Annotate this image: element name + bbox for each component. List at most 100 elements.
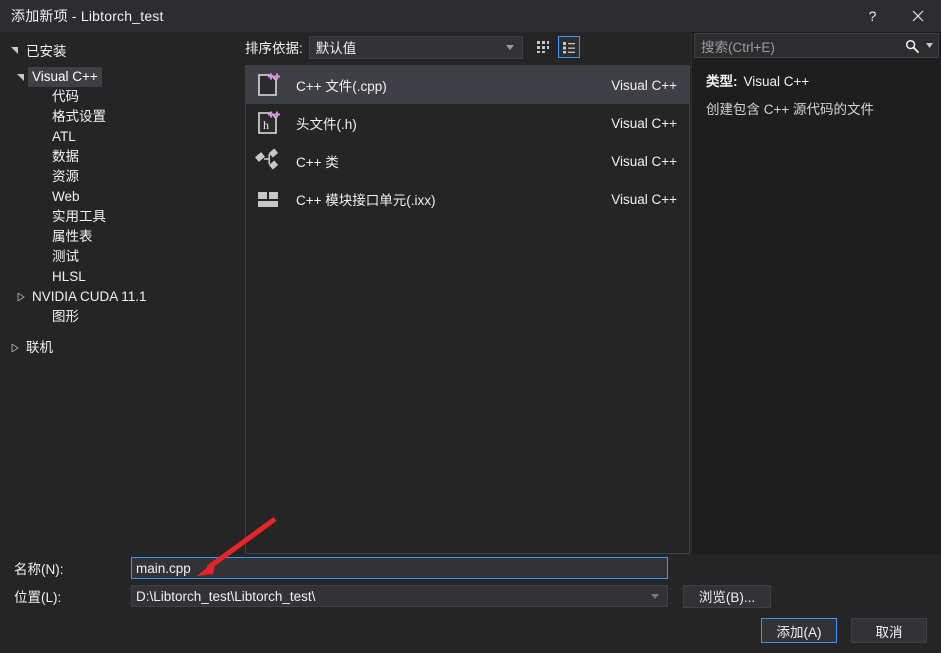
detail-type-value: Visual C++ <box>743 74 810 89</box>
add-new-item-dialog: 添加新项 - Libtorch_test ? 已安装 Visual C++ 代码格… <box>0 0 941 653</box>
sidebar-item[interactable]: NVIDIA CUDA 11.1 <box>0 287 235 307</box>
sidebar-item[interactable]: 数据 <box>0 147 235 167</box>
template-details: 类型: Visual C++ 创建包含 C++ 源代码的文件 <box>692 58 941 119</box>
sort-by-dropdown[interactable]: 默认值 <box>308 35 523 59</box>
sidebar-item[interactable]: HLSL <box>0 267 235 287</box>
location-dropdown[interactable]: D:\Libtorch_test\Libtorch_test\ <box>131 585 668 607</box>
template-row[interactable]: C++ 类 Visual C++ <box>246 142 689 180</box>
search-input[interactable]: 搜索(Ctrl+E) <box>695 36 901 56</box>
template-list[interactable]: C++ 文件(.cpp) Visual C++ h 头文件(.h) Visual C++… <box>245 65 690 554</box>
sidebar-item[interactable]: Web <box>0 187 235 207</box>
template-row[interactable]: h 头文件(.h) Visual C++ <box>246 104 689 142</box>
cpp-module-icon <box>252 183 284 215</box>
template-name: C++ 类 <box>296 155 339 170</box>
sidebar-item-label: 属性表 <box>52 229 93 244</box>
sidebar-item-label: ATL <box>52 129 76 144</box>
chevron-down-icon <box>8 43 22 57</box>
sidebar-item[interactable]: 属性表 <box>0 227 235 247</box>
sidebar-item-label: 图形 <box>52 309 79 324</box>
sidebar-item[interactable]: 联机 <box>0 338 235 358</box>
svg-text:h: h <box>263 118 269 132</box>
sort-by-value: 默认值 <box>315 41 357 56</box>
cpp-class-icon <box>252 145 284 177</box>
chevron-down-icon <box>502 44 518 50</box>
sidebar-item-label: 实用工具 <box>52 209 106 224</box>
template-row[interactable]: C++ 文件(.cpp) Visual C++ <box>246 66 689 104</box>
sidebar-item[interactable]: 图形 <box>0 307 235 327</box>
sidebar-item-label: 格式设置 <box>52 109 106 124</box>
sidebar-item-label: HLSL <box>52 269 86 284</box>
installed-header[interactable]: 已安装 <box>0 37 235 63</box>
cpp-file-icon <box>252 69 284 101</box>
chevron-right-icon <box>8 341 22 355</box>
installed-header-label: 已安装 <box>26 44 67 59</box>
dialog-action-buttons: 添加(A) 取消 <box>0 610 941 643</box>
template-name: C++ 文件(.cpp) <box>296 79 387 94</box>
view-mode-buttons <box>532 36 580 58</box>
header-file-icon: h <box>252 107 284 139</box>
installed-tree-list: Visual C++ 代码格式设置 ATL 数据资源 Web 实用工具属性表测试 HLSL N… <box>0 67 235 358</box>
installed-tree-panel: 已安装 Visual C++ 代码格式设置 ATL 数据资源 Web 实用工具属性表测试 H… <box>0 32 235 554</box>
detail-description: 创建包含 C++ 源代码的文件 <box>706 102 875 117</box>
template-row[interactable]: C++ 模块接口单元(.ixx) Visual C++ <box>246 180 689 218</box>
sidebar-item-label: 代码 <box>52 89 79 104</box>
chevron-down-icon <box>14 70 28 84</box>
location-label: 位置(L): <box>14 590 62 605</box>
templates-toolbar: 排序依据: 默认值 <box>245 32 690 65</box>
dialog-content: 已安装 Visual C++ 代码格式设置 ATL 数据资源 Web 实用工具属性表测试 H… <box>0 32 941 554</box>
detail-type-key: 类型: <box>706 74 738 89</box>
question-mark-icon: ? <box>868 8 877 24</box>
detail-type-row: 类型: Visual C++ <box>706 70 941 90</box>
template-origin: Visual C++ <box>611 191 677 207</box>
dialog-footer: 名称(N): 位置(L): D:\Libtorch_test\Libtorch_… <box>0 554 941 653</box>
browse-button[interactable]: 浏览(B)... <box>683 584 771 608</box>
dialog-title: 添加新项 - Libtorch_test <box>11 8 164 24</box>
sidebar-item[interactable]: Visual C++ <box>0 67 235 87</box>
grid-view-icon <box>536 41 549 53</box>
search-dropdown-icon[interactable] <box>923 43 938 48</box>
sidebar-item[interactable]: 测试 <box>0 247 235 267</box>
template-origin: Visual C++ <box>611 153 677 169</box>
templates-panel: 排序依据: 默认值 C++ 文件(.cpp) Visual C++ h 头文件(… <box>245 32 691 554</box>
sidebar-item-label: NVIDIA CUDA 11.1 <box>32 289 147 304</box>
sidebar-item[interactable]: 格式设置 <box>0 107 235 127</box>
search-box[interactable]: 搜索(Ctrl+E) <box>694 33 939 58</box>
cancel-button[interactable]: 取消 <box>851 618 927 643</box>
close-icon <box>912 10 924 22</box>
add-button[interactable]: 添加(A) <box>761 618 837 643</box>
details-panel: 搜索(Ctrl+E) 类型: Visual C++ 创建包含 C++ 源代码的文件 <box>691 32 941 554</box>
sidebar-item[interactable]: 资源 <box>0 167 235 187</box>
close-button[interactable] <box>895 0 941 32</box>
grid-view-button[interactable] <box>532 36 554 58</box>
sidebar-item-label: Web <box>52 189 80 204</box>
left-splitter[interactable] <box>235 32 245 554</box>
location-value: D:\Libtorch_test\Libtorch_test\ <box>136 588 316 604</box>
sidebar-item-label: 测试 <box>52 249 79 264</box>
sidebar-item[interactable]: 代码 <box>0 87 235 107</box>
name-label: 名称(N): <box>14 562 64 577</box>
sidebar-item-label: 数据 <box>52 149 79 164</box>
help-button[interactable]: ? <box>850 0 895 32</box>
sidebar-item[interactable]: 实用工具 <box>0 207 235 227</box>
search-icon[interactable] <box>901 39 923 53</box>
sidebar-item[interactable]: ATL <box>0 127 235 147</box>
template-origin: Visual C++ <box>611 115 677 131</box>
list-view-icon <box>562 42 575 54</box>
name-input[interactable] <box>131 557 668 579</box>
title-bar: 添加新项 - Libtorch_test ? <box>0 0 941 32</box>
template-origin: Visual C++ <box>611 77 677 93</box>
template-name: 头文件(.h) <box>296 117 357 132</box>
list-view-button[interactable] <box>557 36 580 58</box>
chevron-right-icon <box>14 290 28 304</box>
sidebar-item-label: 联机 <box>26 340 53 355</box>
